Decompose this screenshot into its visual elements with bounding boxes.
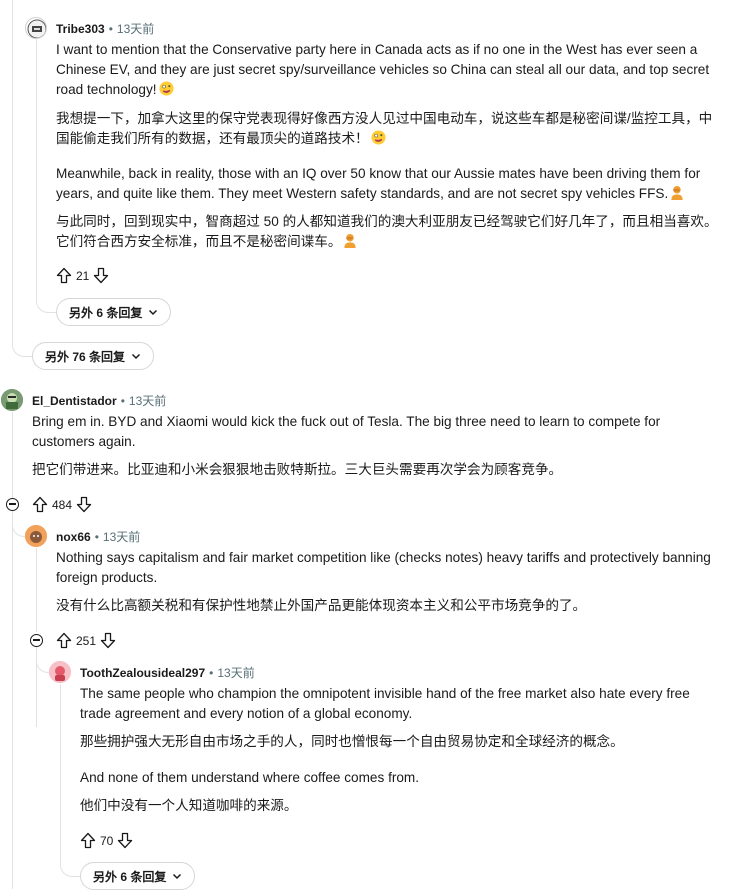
comment-text: And none of them understand where coffee…	[80, 768, 722, 788]
collapse-minus-icon[interactable]	[6, 498, 19, 511]
comment-header: ToothZealousideal297 • 13天前	[80, 664, 255, 681]
vote-bar: 21	[56, 267, 109, 284]
timestamp[interactable]: 13天前	[217, 664, 254, 681]
thread-line-curve	[12, 330, 33, 357]
comment-text-en: I want to mention that the Conservative …	[56, 42, 710, 97]
collapse-minus-icon[interactable]	[30, 634, 43, 647]
comment-text-zh: 那些拥护强大无形自由市场之手的人，同时也憎恨每一个自由贸易协定和全球经济的概念。	[80, 732, 722, 752]
vote-count: 484	[52, 497, 73, 512]
arrow-up-icon[interactable]	[56, 632, 72, 649]
arrow-down-icon[interactable]	[76, 496, 92, 513]
comment-text-zh: 没有什么比高额关税和有保护性地禁止外国产品更能体现资本主义和公平市场竞争的了。	[56, 596, 722, 616]
username[interactable]: Tribe303	[56, 22, 105, 36]
avatar[interactable]	[25, 525, 47, 547]
thread-line-curve	[12, 514, 25, 537]
comment-text: Meanwhile, back in reality, those with a…	[56, 164, 724, 206]
vote-count: 21	[76, 268, 90, 283]
arrow-up-icon[interactable]	[56, 267, 72, 284]
comment-text-zh: 他们中没有一个人知道咖啡的来源。	[80, 796, 722, 816]
comment-text: The same people who champion the omnipot…	[80, 684, 722, 724]
vote-count: 251	[76, 633, 97, 648]
comment-header: El_Dentistador • 13天前	[32, 392, 166, 409]
more-replies-button[interactable]: 另外 6 条回复	[80, 862, 196, 890]
chevron-down-icon	[149, 309, 158, 316]
username[interactable]: ToothZealousideal297	[80, 666, 205, 680]
comment-text-zh-body: 与此同时，回到现实中，智商超过 50 的人都知道我们的澳大利亚朋友已经驾驶它们好…	[56, 214, 718, 249]
arrow-down-icon[interactable]	[100, 632, 116, 649]
crazy-face-emoji	[158, 81, 174, 102]
comment-text-zh: 与此同时，回到现实中，智商超过 50 的人都知道我们的澳大利亚朋友已经驾驶它们好…	[56, 212, 724, 254]
arrow-up-icon[interactable]	[32, 496, 48, 513]
avatar[interactable]	[49, 661, 71, 683]
arrow-down-icon[interactable]	[117, 832, 133, 849]
avatar[interactable]	[1, 389, 23, 411]
comment-text-zh: 我想提一下，加拿大这里的保守党表现得好像西方没人见过中国电动车，说这些车都是秘密…	[56, 109, 724, 151]
avatar[interactable]	[25, 17, 47, 39]
thread-line	[12, 412, 13, 500]
chevron-down-icon	[132, 353, 141, 360]
more-replies-label: 另外 76 条回复	[45, 349, 126, 364]
comment-text-en: Meanwhile, back in reality, those with a…	[56, 166, 701, 201]
comment-text-zh-body: 没有什么比高额关税和有保护性地禁止外国产品更能体现资本主义和公平市场竞争的了。	[56, 598, 587, 613]
separator-dot: •	[94, 529, 99, 544]
comment-text: Bring em in. BYD and Xiaomi would kick t…	[32, 412, 722, 452]
more-replies-button[interactable]: 另外 6 条回复	[56, 298, 172, 326]
timestamp[interactable]: 13天前	[129, 392, 166, 409]
thread-line-curve	[36, 290, 57, 313]
vote-bar: 251	[56, 632, 116, 649]
comment-text-zh-body: 把它们带进来。比亚迪和小米会狠狠地击败特斯拉。三大巨头需要再次学会为顾客竞争。	[32, 462, 563, 477]
comment-header: Tribe303 • 13天前	[56, 20, 154, 37]
arrow-down-icon[interactable]	[93, 267, 109, 284]
comment-text-en: And none of them understand where coffee…	[80, 770, 420, 785]
vote-bar: 70	[80, 832, 133, 849]
arrow-up-icon[interactable]	[80, 832, 96, 849]
comment-text-zh-body: 那些拥护强大无形自由市场之手的人，同时也憎恨每一个自由贸易协定和全球经济的概念。	[80, 734, 624, 749]
more-replies-button[interactable]: 另外 76 条回复	[32, 342, 155, 370]
facepalm-emoji	[343, 233, 357, 254]
thread-line-curve	[36, 650, 49, 673]
more-replies-label: 另外 6 条回复	[93, 869, 167, 884]
vote-bar: 484	[32, 496, 92, 513]
separator-dot: •	[108, 21, 113, 36]
comment-text-en: Nothing says capitalism and fair market …	[56, 550, 711, 585]
comment-text: Nothing says capitalism and fair market …	[56, 548, 722, 588]
username[interactable]: El_Dentistador	[32, 394, 117, 408]
thread-line	[36, 548, 37, 632]
comment-header: nox66 • 13天前	[56, 528, 140, 545]
comment-text-zh-body: 他们中没有一个人知道咖啡的来源。	[80, 798, 298, 813]
timestamp[interactable]: 13天前	[117, 20, 154, 37]
thread-line	[12, 511, 13, 889]
more-replies-label: 另外 6 条回复	[69, 305, 143, 320]
timestamp[interactable]: 13天前	[103, 528, 140, 545]
crazy-face-emoji	[371, 130, 386, 151]
separator-dot: •	[120, 393, 125, 408]
username[interactable]: nox66	[56, 530, 91, 544]
comment-text-zh: 把它们带进来。比亚迪和小米会狠狠地击败特斯拉。三大巨头需要再次学会为顾客竞争。	[32, 460, 722, 480]
thread-line	[36, 38, 37, 300]
separator-dot: •	[209, 665, 214, 680]
thread-line-curve	[60, 852, 81, 877]
comment-text: I want to mention that the Conservative …	[56, 40, 724, 102]
thread-line	[12, 0, 13, 340]
chevron-down-icon	[173, 873, 182, 880]
comment-text-en: Bring em in. BYD and Xiaomi would kick t…	[32, 414, 661, 449]
thread-line	[60, 684, 61, 864]
comment-text-en: The same people who champion the omnipot…	[80, 686, 690, 721]
vote-count: 70	[100, 833, 114, 848]
facepalm-emoji	[670, 185, 684, 206]
